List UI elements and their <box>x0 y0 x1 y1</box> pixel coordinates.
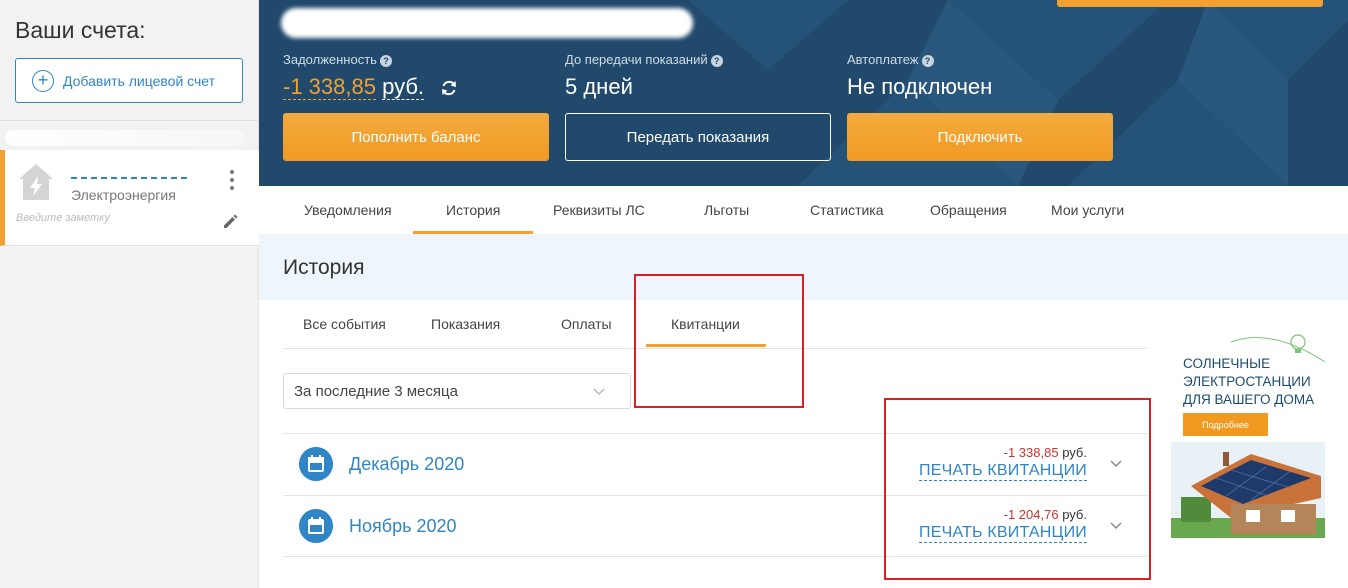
note-placeholder[interactable]: Введите заметку <box>16 212 110 224</box>
subtab-all-events[interactable]: Все события <box>303 316 386 332</box>
top-up-balance-button[interactable]: Пополнить баланс <box>283 113 549 161</box>
debt-amount: -1 338,85 <box>283 74 376 100</box>
autopay-status: Не подключен <box>847 74 993 99</box>
tab-statistics[interactable]: Статистика <box>810 202 884 218</box>
submit-readings-button[interactable]: Передать показания <box>565 113 831 161</box>
debt-label: Задолженность? <box>283 52 392 67</box>
more-options-icon[interactable] <box>227 170 237 194</box>
solar-ad-banner[interactable]: СОЛНЕЧНЫЕ ЭЛЕКТРОСТАНЦИИ ДЛЯ ВАШЕГО ДОМА… <box>1171 322 1325 538</box>
account-card[interactable]: Электроэнергия Введите заметку <box>0 150 259 246</box>
tab-benefits[interactable]: Льготы <box>704 202 749 218</box>
history-header: История <box>259 234 1348 300</box>
tab-my-services[interactable]: Мои услуги <box>1051 202 1124 218</box>
chevron-down-icon[interactable] <box>1109 518 1123 532</box>
receipt-row[interactable]: Декабрь 2020 -1 338,85 руб. ПЕЧАТЬ КВИТА… <box>283 433 1147 495</box>
add-account-label: Добавить лицевой счет <box>63 72 216 89</box>
redacted-account-name <box>281 8 693 38</box>
debt-currency: руб. <box>382 74 425 100</box>
refresh-icon[interactable] <box>439 78 459 98</box>
active-subtab-indicator <box>646 344 766 347</box>
tab-requests[interactable]: Обращения <box>930 202 1007 218</box>
help-icon: ? <box>921 55 934 67</box>
accounts-sidebar: Ваши счета: + Добавить лицевой счет Элек… <box>0 0 259 588</box>
print-receipt-link[interactable]: ПЕЧАТЬ КВИТАНЦИИ <box>919 462 1087 481</box>
account-service: Электроэнергия <box>71 187 176 203</box>
history-subtabs: Все события Показания Оплаты Квитанции <box>283 300 1147 349</box>
edit-pencil-icon[interactable] <box>220 210 242 232</box>
subtab-readings[interactable]: Показания <box>431 316 500 332</box>
account-summary-banner: Задолженность? -1 338,85 руб. До передач… <box>259 0 1348 186</box>
receipt-amount: -1 204,76 руб. <box>1003 507 1087 522</box>
receipt-month[interactable]: Декабрь 2020 <box>349 454 464 475</box>
autopay-label: Автоплатеж? <box>847 52 934 67</box>
chevron-down-icon <box>593 388 605 396</box>
tab-account-details[interactable]: Реквизиты ЛС <box>553 202 645 218</box>
account-number-redacted[interactable] <box>71 177 187 179</box>
top-action-button[interactable] <box>1057 0 1323 7</box>
main-tabs: Уведомления История Реквизиты ЛС Льготы … <box>259 186 1348 234</box>
readings-label: До передачи показаний? <box>565 52 723 67</box>
period-value: За последние 3 месяца <box>294 383 458 400</box>
redacted-text <box>5 130 245 146</box>
help-icon: ? <box>379 55 392 67</box>
receipt-amount: -1 338,85 руб. <box>1003 445 1087 460</box>
subtab-receipts[interactable]: Квитанции <box>671 316 740 332</box>
sidebar-title: Ваши счета: <box>15 17 146 43</box>
debt-value: -1 338,85 руб. <box>283 74 425 100</box>
connect-autopay-button[interactable]: Подключить <box>847 113 1113 161</box>
tab-history[interactable]: История <box>446 202 500 218</box>
calendar-icon <box>299 509 333 543</box>
plus-icon: + <box>32 69 54 92</box>
tab-notifications[interactable]: Уведомления <box>304 202 392 218</box>
help-icon: ? <box>710 55 723 67</box>
subtab-payments[interactable]: Оплаты <box>561 316 612 332</box>
receipt-row[interactable]: Ноябрь 2020 -1 204,76 руб. ПЕЧАТЬ КВИТАН… <box>283 495 1147 557</box>
receipt-month[interactable]: Ноябрь 2020 <box>349 516 457 537</box>
period-select[interactable]: За последние 3 месяца <box>283 373 631 409</box>
divider <box>0 120 259 121</box>
chevron-down-icon[interactable] <box>1109 456 1123 470</box>
add-account-button[interactable]: + Добавить лицевой счет <box>15 58 243 103</box>
page-title: История <box>283 256 365 279</box>
print-receipt-link[interactable]: ПЕЧАТЬ КВИТАНЦИИ <box>919 524 1087 543</box>
house-solar-illustration <box>1171 442 1325 538</box>
ad-headline: СОЛНЕЧНЫЕ ЭЛЕКТРОСТАНЦИИ ДЛЯ ВАШЕГО ДОМА <box>1183 356 1315 407</box>
calendar-icon <box>299 447 333 481</box>
ad-more-button[interactable]: Подробнее <box>1183 413 1268 436</box>
house-bolt-icon <box>19 164 53 200</box>
readings-days: 5 дней <box>565 74 633 99</box>
